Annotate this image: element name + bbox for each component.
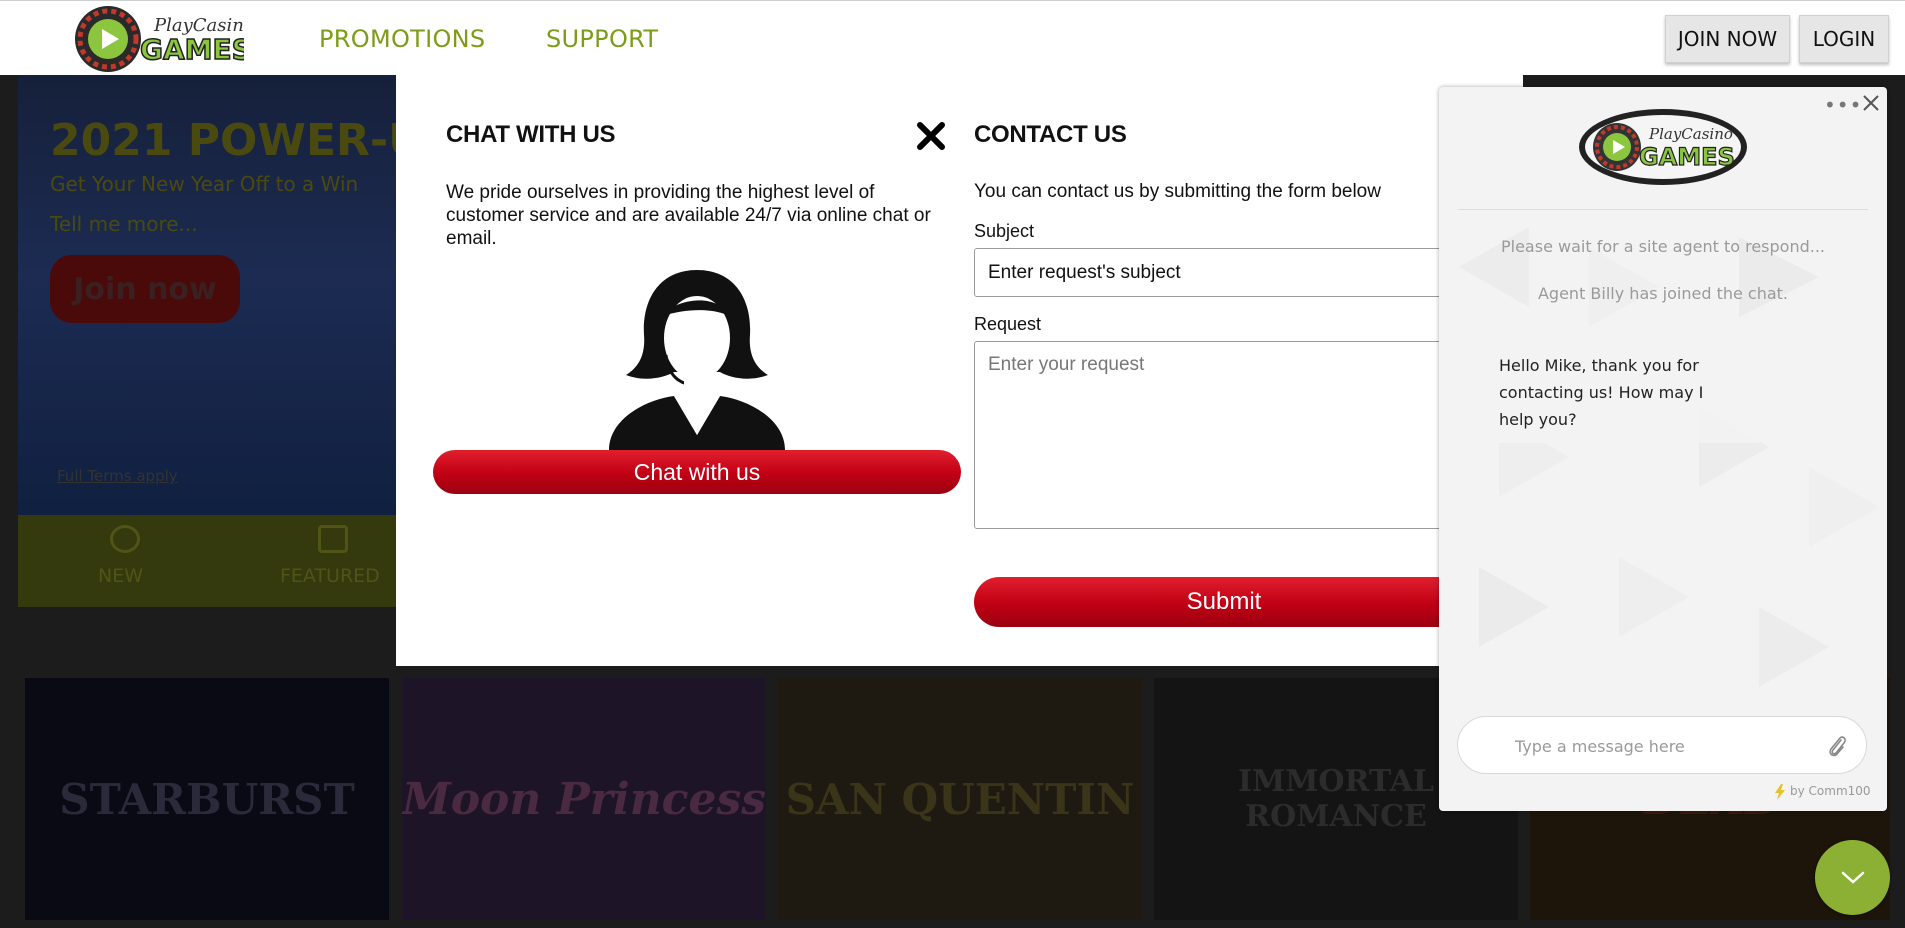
request-label: Request bbox=[974, 314, 1042, 334]
support-modal: CHAT WITH US We pride ourselves in provi… bbox=[396, 75, 1523, 666]
hero-tell-more-link[interactable]: Tell me more... bbox=[50, 212, 198, 236]
powered-by[interactable]: by Comm100 bbox=[1790, 784, 1871, 798]
category-new[interactable]: NEW bbox=[98, 565, 143, 587]
more-dots-icon[interactable]: ••• bbox=[1824, 93, 1862, 117]
game-tile[interactable]: STARBURST bbox=[25, 678, 389, 920]
submit-button[interactable]: Submit bbox=[974, 577, 1474, 627]
contact-description: You can contact us by submitting the for… bbox=[974, 181, 1381, 202]
agent-message: Hello Mike, thank you for contacting us!… bbox=[1479, 342, 1759, 443]
hero-subtitle: Get Your New Year Off to a Win bbox=[50, 172, 359, 196]
nav-support[interactable]: SUPPORT bbox=[546, 25, 658, 53]
chat-with-us-title: CHAT WITH US bbox=[446, 121, 616, 148]
widget-divider bbox=[1458, 209, 1868, 210]
game-title: Moon Princess bbox=[402, 773, 766, 825]
request-textarea[interactable] bbox=[974, 341, 1474, 529]
featured-icon bbox=[318, 525, 348, 553]
nav-promotions[interactable]: PROMOTIONS bbox=[319, 25, 485, 53]
chat-description: We pride ourselves in providing the high… bbox=[446, 182, 931, 249]
agent-icon bbox=[609, 270, 785, 450]
paperclip-icon[interactable] bbox=[1826, 733, 1848, 759]
svg-text:GAMES: GAMES bbox=[1639, 143, 1735, 171]
svg-text:GAMES: GAMES bbox=[140, 33, 244, 66]
category-featured[interactable]: FEATURED bbox=[280, 565, 380, 587]
message-input[interactable] bbox=[1513, 731, 1807, 761]
widget-background-pattern bbox=[1459, 227, 1879, 687]
contact-us-title: CONTACT US bbox=[974, 121, 1127, 148]
playcasino-logo[interactable]: PlayCasino GAMES bbox=[72, 3, 244, 75]
join-now-button[interactable]: JOIN NOW bbox=[1665, 15, 1790, 63]
live-chat-widget: ••• PlayCasino GAMES Please wait for a s… bbox=[1439, 87, 1887, 811]
lightning-icon bbox=[1775, 784, 1785, 800]
terms-link[interactable]: Full Terms apply bbox=[57, 467, 178, 485]
hero-join-button[interactable]: Join now bbox=[50, 255, 240, 323]
system-message-joined: Agent Billy has joined the chat. bbox=[1537, 284, 1789, 303]
game-tile[interactable]: Moon Princess bbox=[402, 678, 766, 920]
subject-label: Subject bbox=[974, 221, 1035, 241]
login-button[interactable]: LOGIN bbox=[1799, 15, 1889, 63]
svg-text:PlayCasino: PlayCasino bbox=[1648, 125, 1733, 143]
game-title: STARBURST bbox=[59, 774, 355, 824]
chevron-down-icon bbox=[1841, 871, 1864, 884]
subject-input[interactable] bbox=[974, 248, 1474, 297]
chat-launcher-button[interactable] bbox=[1815, 840, 1890, 915]
widget-close-icon[interactable] bbox=[1861, 93, 1881, 113]
top-navigation: PlayCasino GAMES PROMOTIONS SUPPORT JOIN… bbox=[0, 0, 1905, 75]
chat-with-us-button[interactable]: Chat with us bbox=[433, 450, 961, 494]
hero-title: 2021 POWER-U bbox=[50, 115, 424, 166]
new-icon bbox=[110, 525, 140, 553]
game-tile[interactable]: SAN QUENTIN bbox=[778, 678, 1142, 920]
close-icon[interactable] bbox=[916, 121, 946, 151]
game-title: SAN QUENTIN bbox=[785, 774, 1135, 824]
widget-playcasino-logo: PlayCasino GAMES bbox=[1579, 109, 1747, 185]
message-input-container bbox=[1457, 716, 1867, 774]
system-message-waiting: Please wait for a site agent to respond.… bbox=[1500, 237, 1826, 256]
